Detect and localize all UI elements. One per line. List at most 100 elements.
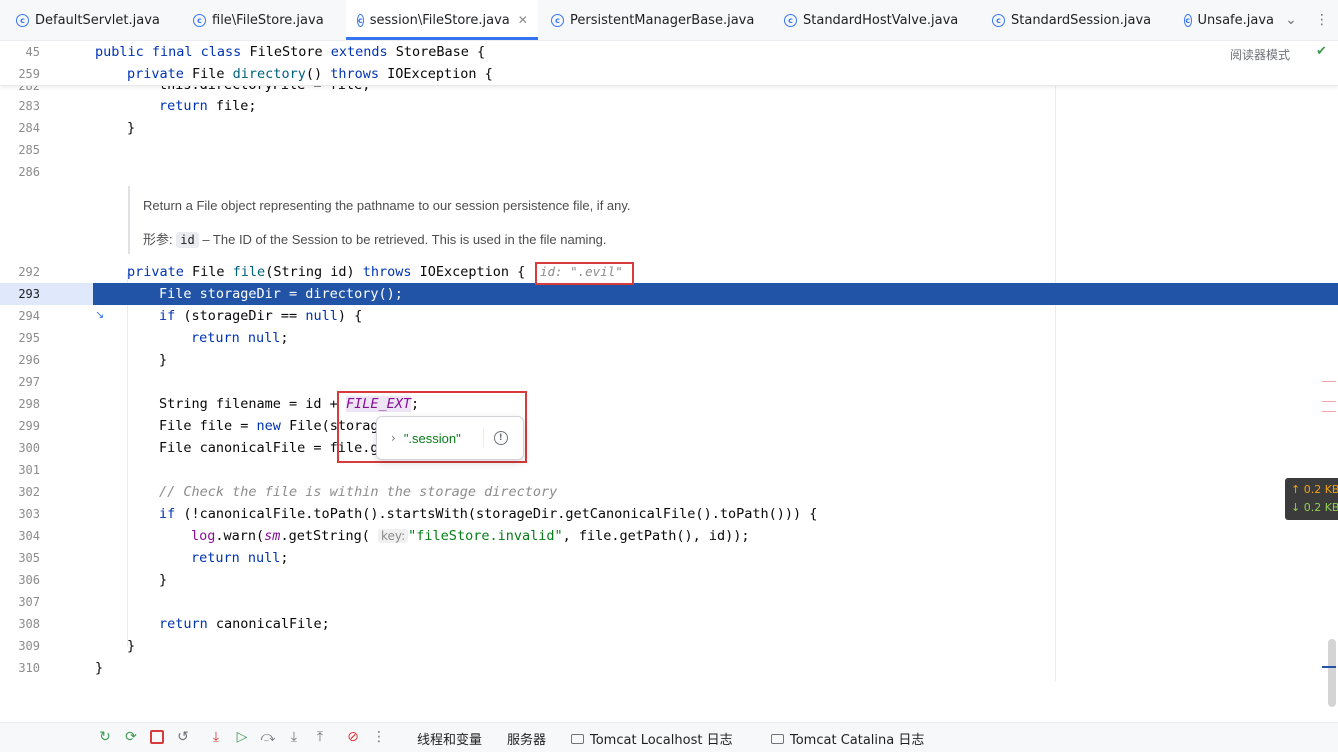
code-line-292: private File file(String id) throws IOEx… (127, 264, 526, 280)
line-number: 283 (18, 99, 40, 113)
chevron-right-icon[interactable]: › (391, 431, 396, 445)
step-into-icon[interactable]: ⤓ (284, 727, 304, 747)
javadoc-summary: Return a File object representing the pa… (143, 198, 631, 213)
vertical-scrollbar[interactable] (1328, 639, 1336, 707)
line-number: 302 (18, 485, 40, 499)
code-line-304: log.warn(sm.getString( key: "fileStore.in… (191, 528, 750, 544)
popup-value: ".session" (403, 430, 461, 446)
restart-icon[interactable]: ↺ (173, 727, 193, 747)
stop-icon[interactable] (147, 727, 167, 747)
sticky-class-declaration[interactable]: public final class FileStore extends Sto… (95, 44, 485, 60)
chevron-down-icon[interactable]: ⌄ (1285, 12, 1297, 28)
scroll-current-marker (1322, 666, 1336, 668)
line-number: 286 (18, 165, 40, 179)
right-margin-guide (1055, 41, 1056, 681)
tab-label: session\FileStore.java (369, 12, 510, 28)
line-number: 293 (18, 287, 40, 301)
line-number: 45 (25, 45, 40, 59)
parameter-hint: key: (377, 529, 409, 543)
tab-file-filestore[interactable]: c file\FileStore.java (193, 0, 324, 40)
popup-separator (482, 429, 484, 447)
code-line-283: return file; (159, 98, 257, 114)
line-number: 297 (18, 375, 40, 389)
scroll-marker (1322, 411, 1336, 412)
highlight-box-id-value (535, 262, 634, 285)
sticky-method-declaration[interactable]: private File directory() throws IOExcept… (127, 66, 493, 82)
line-number: 296 (18, 353, 40, 367)
tab-label: file\FileStore.java (212, 12, 324, 28)
network-speed-widget: ↑ 0.2 KB/s ↓ 0.2 KB/s (1285, 478, 1338, 520)
class-icon: c (551, 13, 564, 27)
sticky-scroll-header: 45 259 public final class FileStore exte… (0, 41, 1338, 86)
line-number: 303 (18, 507, 40, 521)
code-line-310: } (95, 660, 104, 676)
tab-tomcat-localhost-log[interactable]: Tomcat Localhost 日志 (571, 729, 733, 748)
tab-label: StandardHostValve.java (803, 12, 959, 28)
indent-guide (127, 273, 128, 647)
tab-unsafe[interactable]: c Unsafe.java (1184, 0, 1274, 40)
line-number: 307 (18, 595, 40, 609)
javadoc-param: 形参: id – The ID of the Session to be ret… (143, 229, 607, 248)
tab-threads-variables[interactable]: 线程和变量 (417, 729, 482, 748)
line-number: 309 (18, 639, 40, 653)
code-line-302: // Check the file is within the storage … (159, 484, 558, 500)
scroll-marker (1322, 401, 1336, 402)
line-number: 259 (18, 67, 40, 81)
code-line-305: return null; (191, 550, 289, 566)
line-number: 284 (18, 121, 40, 135)
step-into-gutter-icon[interactable]: ↘ (95, 308, 104, 321)
editor-tab-bar: c DefaultServlet.java c file\FileStore.jav… (0, 0, 1338, 41)
step-out-icon[interactable]: ⤒ (310, 727, 330, 747)
reader-mode-toggle[interactable]: 阅读器模式 (1230, 46, 1290, 63)
tab-tomcat-catalina-log[interactable]: Tomcat Catalina 日志 (771, 729, 924, 748)
value-tooltip-popup[interactable]: › ".session" ! (376, 416, 524, 460)
resume-icon[interactable]: ▷ (232, 727, 252, 747)
code-line-296: } (159, 352, 168, 368)
tab-overflow: ⌄ ⋮ (1276, 0, 1338, 40)
code-line-306: } (159, 572, 168, 588)
code-line-293: File storageDir = directory(); (159, 286, 403, 302)
tab-server[interactable]: 服务器 (507, 729, 546, 748)
tab-session-filestore[interactable]: c session\FileStore.java ✕ (346, 0, 538, 40)
tab-standardhostvalve[interactable]: c StandardHostValve.java (784, 0, 958, 40)
param-name: id (176, 232, 199, 248)
param-label: 形参: (143, 232, 173, 247)
tab-label: PersistentManagerBase.java (570, 12, 755, 28)
line-number: 310 (18, 661, 40, 675)
line-number: 298 (18, 397, 40, 411)
tab-defaultservlet[interactable]: c DefaultServlet.java (16, 0, 160, 40)
code-line-309: } (127, 638, 136, 654)
line-number: 305 (18, 551, 40, 565)
check-icon: ✔ (1316, 44, 1327, 59)
info-icon[interactable]: ! (493, 431, 508, 445)
line-number: 300 (18, 441, 40, 455)
class-icon: c (357, 13, 364, 27)
more-vertical-icon[interactable]: ⋮ (1315, 12, 1329, 28)
upload-speed: ↑ 0.2 KB/s (1291, 483, 1338, 496)
code-line-295: return null; (191, 330, 289, 346)
more-icon[interactable]: ⋮ (369, 727, 389, 747)
rerun-debug-icon[interactable]: ⟳ (121, 727, 141, 747)
step-over-icon[interactable]: ⤼ (258, 727, 278, 747)
tab-persistentmanagerbase[interactable]: c PersistentManagerBase.java (551, 0, 754, 40)
line-number: 294 (18, 309, 40, 323)
code-editor[interactable]: 282 283 284 285 286 292 293 294 295 296 … (0, 41, 1338, 707)
console-icon (771, 733, 784, 744)
rerun-icon[interactable]: ↻ (95, 727, 115, 747)
step-into-red-icon[interactable]: ⤓ (206, 727, 226, 747)
close-icon[interactable]: ✕ (518, 13, 528, 27)
line-number: 304 (18, 529, 40, 543)
tab-standardsession[interactable]: c StandardSession.java (992, 0, 1151, 40)
rendered-javadoc: Return a File object representing the pa… (128, 186, 1057, 254)
code-line-308: return canonicalFile; (159, 616, 330, 632)
class-icon: c (16, 13, 29, 27)
tab-label: StandardSession.java (1011, 12, 1152, 28)
line-number: 299 (18, 419, 40, 433)
console-icon (571, 733, 584, 744)
line-number: 285 (18, 143, 40, 157)
mute-breakpoints-icon[interactable]: ⊘ (343, 727, 363, 747)
line-number: 295 (18, 331, 40, 345)
line-number: 301 (18, 463, 40, 477)
code-line-303: if (!canonicalFile.toPath().startsWith(s… (159, 506, 818, 522)
debug-toolbar: ↻ ⟳ ↺ ⤓ ▷ ⤼ ⤓ ⤒ ⊘ ⋮ 线程和变量 服务器 Tomcat Loc… (0, 722, 1338, 752)
